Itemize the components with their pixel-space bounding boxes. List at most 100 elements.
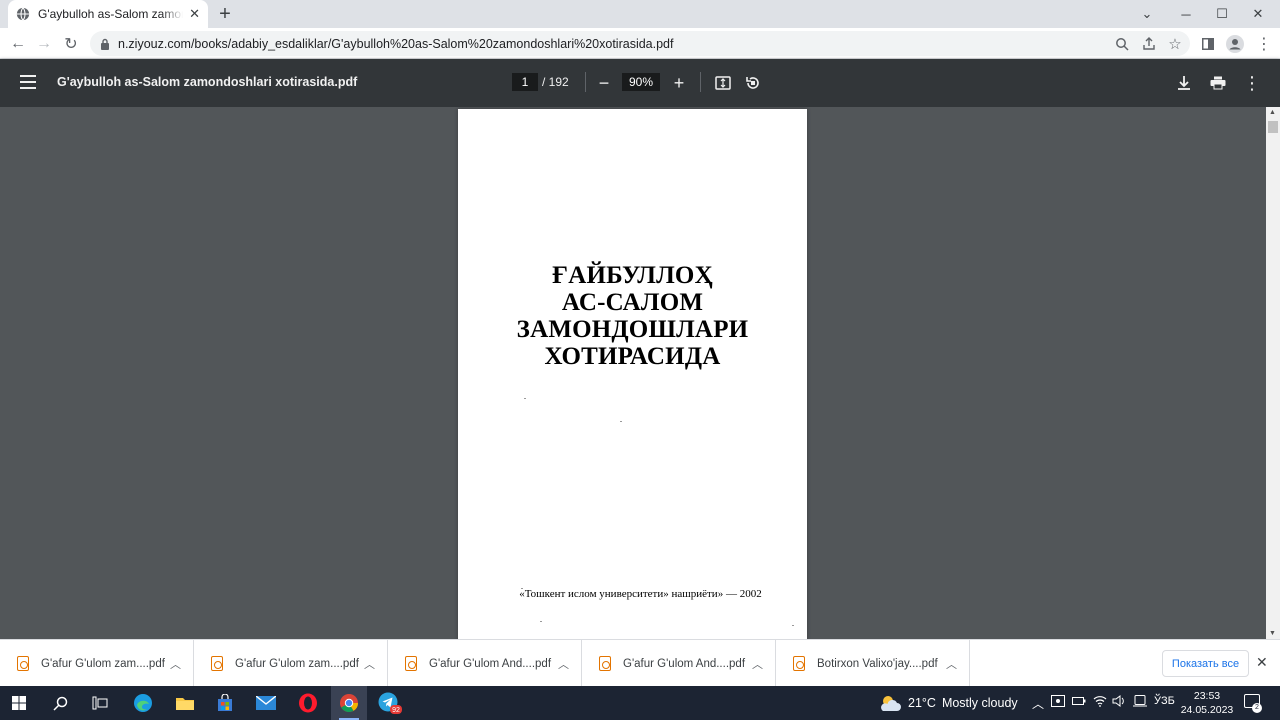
tab-close-icon[interactable]: ✕: [189, 6, 200, 22]
toolbar-divider: [585, 72, 586, 92]
file-explorer-icon[interactable]: [170, 690, 200, 716]
scroll-thumb[interactable]: [1268, 121, 1278, 133]
reload-button[interactable]: ↻: [59, 32, 83, 56]
pdf-sidebar-menu-icon[interactable]: [20, 75, 36, 89]
browser-toolbar: ← → ↻ n.ziyouz.com/books/adabiy_esdalikl…: [0, 28, 1280, 59]
telegram-icon[interactable]: 92: [375, 690, 405, 716]
partly-cloudy-icon: [881, 696, 901, 711]
book-title-line: ХОТИРАСИДА: [544, 343, 721, 370]
maximize-button[interactable]: ☐: [1204, 0, 1240, 28]
download-filename: G'afur G'ulom And....pdf: [429, 657, 552, 670]
meet-now-icon[interactable]: [1051, 695, 1065, 710]
task-view-icon[interactable]: [85, 690, 115, 716]
share-icon[interactable]: [1139, 31, 1159, 56]
profile-avatar-icon[interactable]: [1223, 32, 1247, 56]
side-panel-icon[interactable]: [1196, 32, 1220, 56]
pdf-file-icon: [599, 656, 611, 671]
scroll-up-arrow-icon[interactable]: ▲: [1269, 109, 1276, 116]
pdf-toolbar: G'aybulloh as-Salom zamondoshlari xotira…: [0, 59, 1280, 107]
lock-icon[interactable]: [100, 38, 110, 50]
battery-icon[interactable]: [1072, 695, 1086, 709]
browser-menu-icon[interactable]: ⋮: [1252, 32, 1276, 56]
scroll-down-arrow-icon[interactable]: ▼: [1269, 630, 1276, 637]
pdf-file-icon: [17, 656, 29, 671]
pdf-file-icon: [405, 656, 417, 671]
tab-search-icon[interactable]: ⌄: [1129, 0, 1165, 28]
download-icon[interactable]: [1172, 71, 1196, 95]
book-title-line: ЗАМОНДОШЛАРИ: [516, 316, 749, 343]
volume-icon[interactable]: [1112, 695, 1126, 710]
toolbar-divider: [700, 72, 701, 92]
mail-icon[interactable]: [251, 690, 281, 716]
download-filename: G'afur G'ulom zam....pdf: [41, 657, 165, 670]
download-item[interactable]: Botirxon Valixo'jay....pdf ︿: [776, 640, 970, 687]
pdf-more-options-icon[interactable]: ⋮: [1240, 71, 1264, 95]
bookmark-star-icon[interactable]: ☆: [1165, 31, 1185, 56]
new-tab-button[interactable]: +: [214, 4, 236, 24]
chevron-up-icon[interactable]: ︿: [946, 656, 957, 672]
downloads-bar: G'afur G'ulom zam....pdf ︿ G'afur G'ulom…: [0, 639, 1280, 687]
download-item[interactable]: G'afur G'ulom zam....pdf ︿: [194, 640, 388, 687]
vertical-scrollbar[interactable]: ▲ ▼: [1266, 107, 1280, 639]
pdf-title: G'aybulloh as-Salom zamondoshlari xotira…: [57, 75, 358, 89]
chevron-up-icon[interactable]: ︿: [752, 656, 763, 672]
url-text: n.ziyouz.com/books/adabiy_esdaliklar/G'a…: [118, 36, 674, 51]
chevron-up-icon[interactable]: ︿: [1032, 695, 1044, 712]
clock-date: 24.05.2023: [1180, 704, 1234, 716]
opera-browser-icon[interactable]: [293, 690, 323, 716]
page-number-input[interactable]: 1: [512, 73, 538, 91]
forward-button[interactable]: →: [32, 32, 56, 56]
scan-speck: [540, 621, 542, 622]
chrome-browser-icon[interactable]: [334, 690, 364, 716]
windows-start-icon[interactable]: [4, 690, 34, 716]
chevron-up-icon[interactable]: ︿: [170, 656, 181, 672]
close-downloads-icon[interactable]: ✕: [1256, 654, 1268, 671]
clock-time: 23:53: [1193, 690, 1221, 702]
pdf-file-icon: [211, 656, 223, 671]
system-clock[interactable]: 23:53 24.05.2023: [1180, 689, 1234, 717]
edge-browser-icon[interactable]: [128, 690, 158, 716]
zoom-icon[interactable]: [1112, 31, 1132, 56]
book-title: ҒАЙБУЛЛОҲ АС-САЛОМ ЗАМОНДОШЛАРИ ХОТИРАСИ…: [458, 262, 807, 370]
zoom-out-button[interactable]: −: [592, 71, 616, 95]
download-item[interactable]: G'afur G'ulom And....pdf ︿: [582, 640, 776, 687]
show-all-downloads-button[interactable]: Показать все: [1162, 650, 1249, 677]
download-filename: G'afur G'ulom And....pdf: [623, 657, 746, 670]
search-icon[interactable]: [45, 690, 75, 716]
close-window-button[interactable]: ✕: [1240, 0, 1276, 28]
book-title-line: АС-САЛОМ: [561, 289, 704, 316]
scan-speck: [792, 625, 794, 626]
weather-temp: 21°C: [908, 696, 936, 710]
rotate-icon[interactable]: [741, 71, 765, 95]
scan-speck: [620, 421, 622, 422]
tab-strip: G'aybulloh as-Salom zamondoshlari xotira…: [0, 0, 1280, 28]
wifi-icon[interactable]: [1093, 695, 1107, 710]
book-title-line: ҒАЙБУЛЛОҲ: [552, 262, 713, 289]
back-button[interactable]: ←: [6, 32, 30, 56]
keyboard-touch-icon[interactable]: [1133, 695, 1147, 710]
pdf-viewer[interactable]: ҒАЙБУЛЛОҲ АС-САЛОМ ЗАМОНДОШЛАРИ ХОТИРАСИ…: [0, 107, 1266, 639]
minimize-button[interactable]: ─: [1168, 0, 1204, 28]
pdf-file-icon: [793, 656, 805, 671]
language-indicator[interactable]: ЎЗБ: [1154, 695, 1175, 707]
zoom-in-button[interactable]: +: [667, 71, 691, 95]
print-icon[interactable]: [1206, 71, 1230, 95]
tab-title: G'aybulloh as-Salom zamondoshlari xotira…: [38, 7, 183, 21]
weather-widget[interactable]: 21°C Mostly cloudy: [878, 694, 1018, 712]
fit-to-page-icon[interactable]: [711, 71, 735, 95]
download-filename: Botirxon Valixo'jay....pdf: [817, 657, 938, 670]
address-bar[interactable]: n.ziyouz.com/books/adabiy_esdaliklar/G'a…: [90, 31, 1190, 56]
telegram-badge: 92: [392, 707, 400, 714]
notification-count-badge: 2: [1252, 703, 1262, 713]
download-filename: G'afur G'ulom zam....pdf: [235, 657, 359, 670]
windows-taskbar: 92 21°C Mostly cloudy ︿ ЎЗБ 23:53 24.05.…: [0, 686, 1280, 720]
globe-icon: [16, 7, 30, 21]
browser-tab[interactable]: G'aybulloh as-Salom zamondoshlari xotira…: [8, 0, 208, 28]
zoom-level-input[interactable]: 90%: [622, 73, 660, 91]
page-total: / 192: [542, 75, 569, 89]
chevron-up-icon[interactable]: ︿: [364, 656, 375, 672]
microsoft-store-icon[interactable]: [210, 690, 240, 716]
chevron-up-icon[interactable]: ︿: [558, 656, 569, 672]
download-item[interactable]: G'afur G'ulom And....pdf ︿: [388, 640, 582, 687]
download-item[interactable]: G'afur G'ulom zam....pdf ︿: [0, 640, 194, 687]
